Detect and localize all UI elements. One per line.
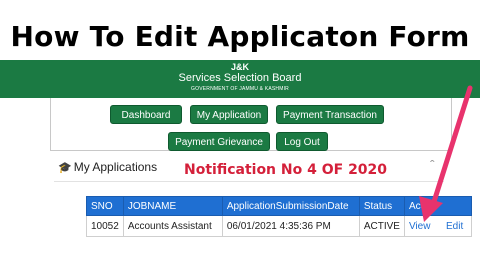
arrow-icon <box>419 85 473 222</box>
